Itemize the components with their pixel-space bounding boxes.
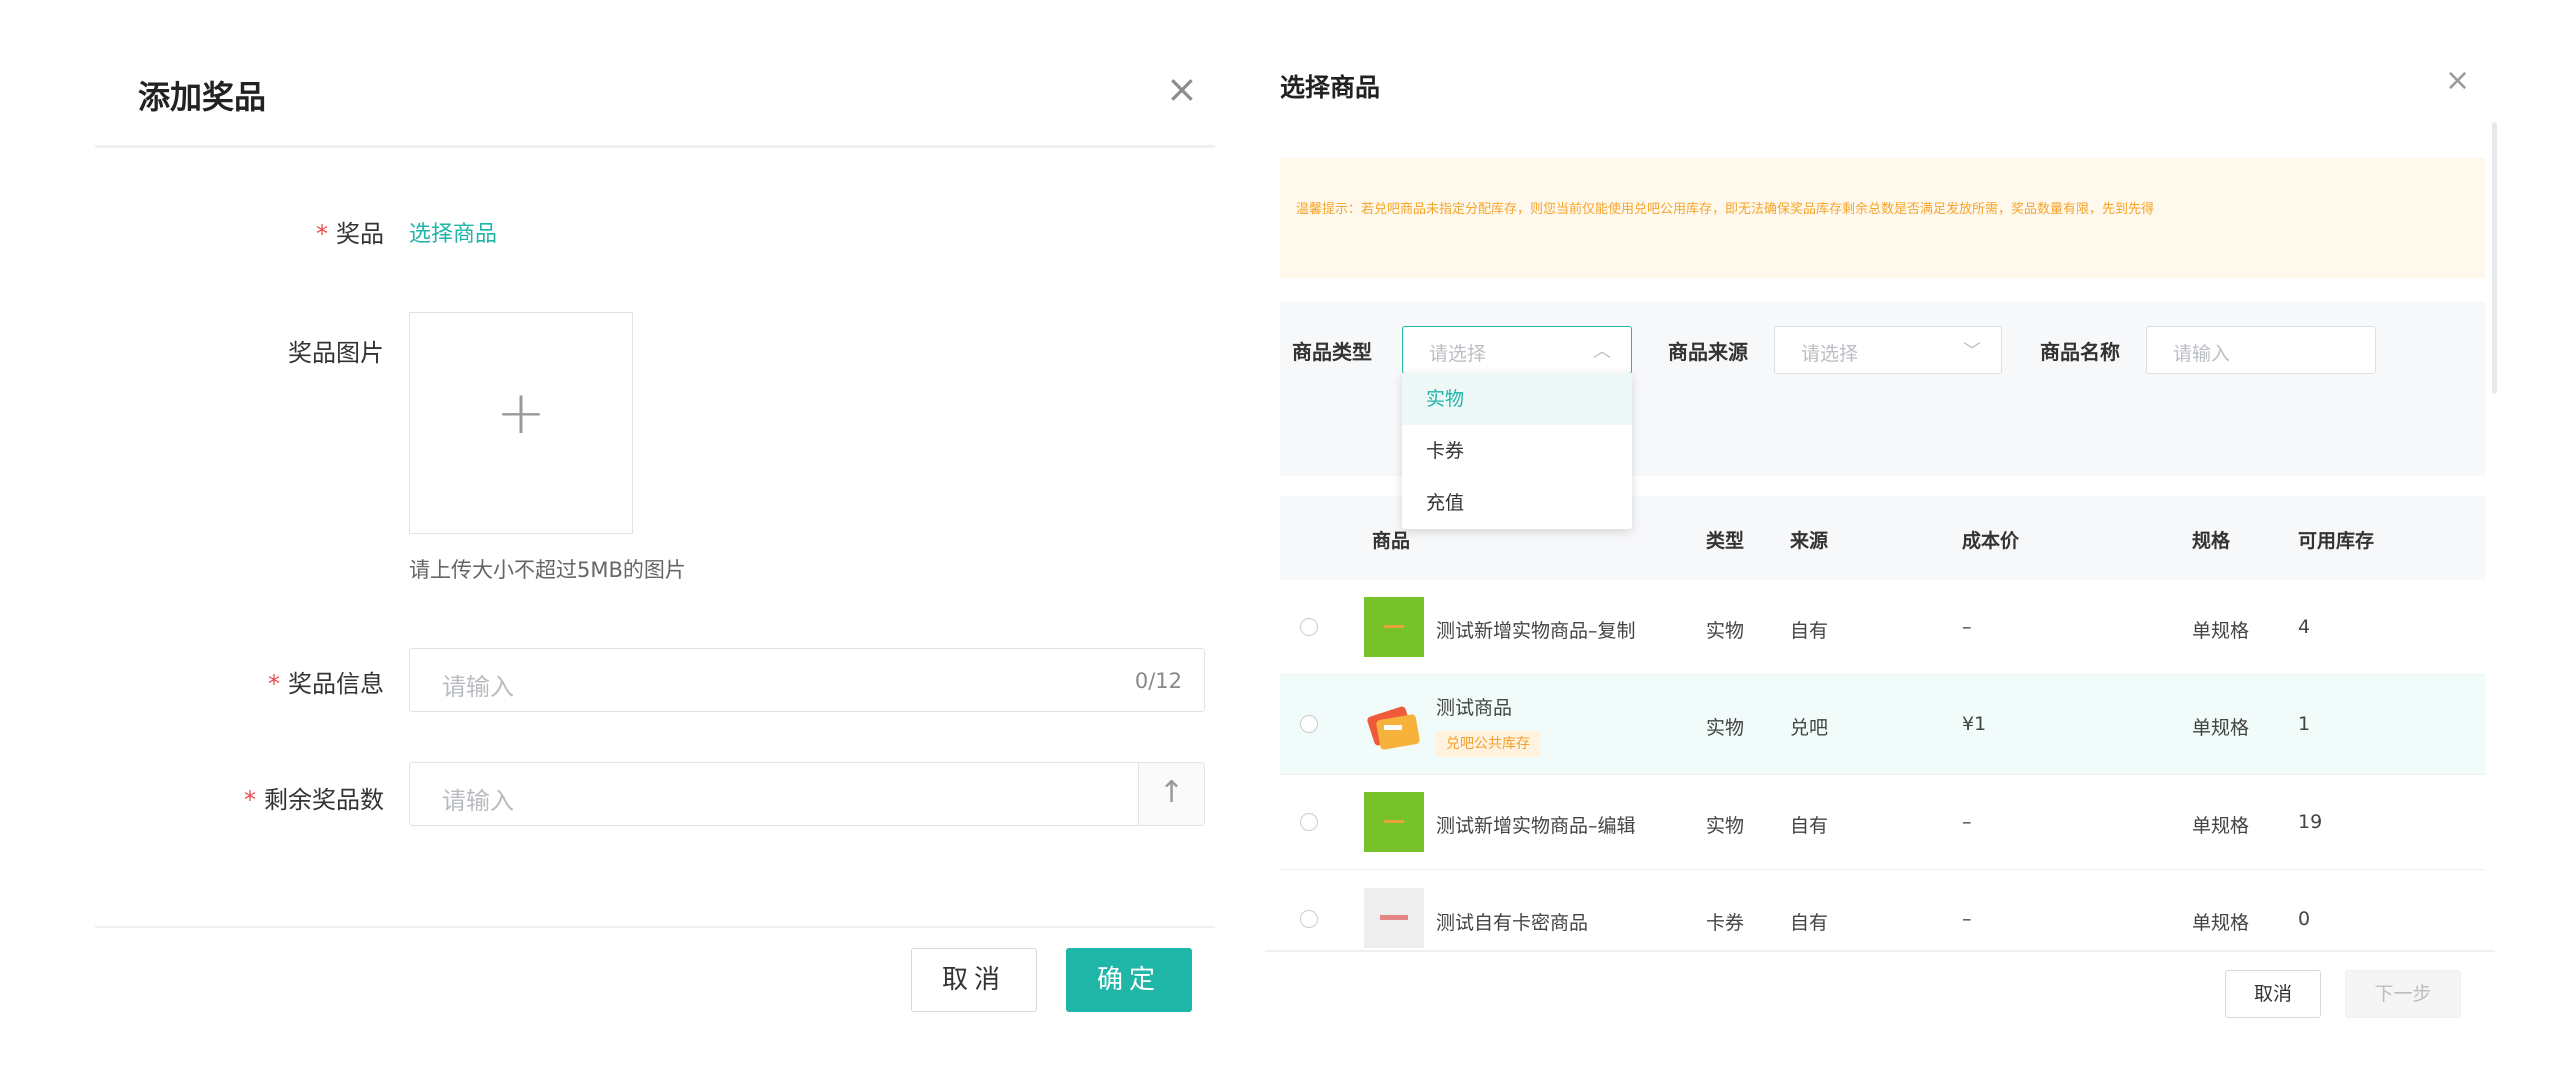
col-type: 类型 [1706, 530, 1745, 552]
prize-image-label: 奖品图片 [288, 339, 384, 367]
goods-name: 测试新增实物商品–复制 [1436, 620, 1636, 642]
goods-spec: 单规格 [2192, 815, 2250, 837]
goods-name-placeholder: 请输入 [2173, 343, 2231, 365]
col-cost: 成本价 [1962, 530, 2020, 552]
required-mark: * [316, 220, 328, 248]
table-row[interactable]: 测试商品 兑吧公共库存 实物 兑吧 ¥1 单规格 1 [1280, 675, 2485, 775]
char-counter: 0/12 [1134, 669, 1182, 693]
row-radio[interactable] [1300, 618, 1318, 636]
scrollbar-thumb[interactable] [2492, 122, 2497, 394]
goods-source-placeholder: 请选择 [1801, 343, 1859, 365]
dialog-title: 添加奖品 [138, 78, 267, 116]
goods-thumbnail [1364, 792, 1424, 852]
col-goods: 商品 [1372, 530, 1411, 552]
table-row[interactable]: 测试新增实物商品–复制 实物 自有 – 单规格 4 [1280, 580, 2485, 675]
col-source: 来源 [1790, 530, 1829, 552]
required-mark: * [268, 670, 280, 698]
goods-cost: – [1962, 908, 1972, 930]
goods-name: 测试商品 [1436, 697, 1513, 719]
goods-type-dropdown: 实物 卡券 充值 [1402, 373, 1632, 529]
goods-source-label: 商品来源 [1668, 340, 1748, 364]
public-stock-badge: 兑吧公共库存 [1436, 731, 1540, 757]
goods-type-select[interactable]: 请选择 ︿ [1402, 326, 1632, 374]
dropdown-option-coupon[interactable]: 卡券 [1402, 425, 1632, 477]
row-radio[interactable] [1300, 910, 1318, 928]
goods-stock: 1 [2298, 713, 2311, 735]
notice-banner: 温馨提示：若兑吧商品未指定分配库存，则您当前仅能使用兑吧公用库存，即无法确保奖品… [1280, 158, 2485, 278]
goods-type: 卡券 [1706, 912, 1745, 934]
stepper-up-icon[interactable]: ↑ [1138, 763, 1204, 825]
goods-type: 实物 [1706, 717, 1745, 739]
remaining-count-input[interactable]: 请输入 ↑ [409, 762, 1205, 826]
goods-stock: 0 [2298, 908, 2311, 930]
prize-info-placeholder: 请输入 [442, 673, 514, 701]
select-goods-link[interactable]: 选择商品 [409, 216, 497, 248]
col-spec: 规格 [2192, 530, 2231, 552]
dropdown-option-recharge[interactable]: 充值 [1402, 477, 1632, 529]
confirm-button[interactable]: 确定 [1066, 948, 1192, 1012]
cancel-button[interactable]: 取消 [911, 948, 1037, 1012]
remaining-label: * 剩余奖品数 [84, 780, 384, 815]
goods-cost: – [1962, 616, 1972, 638]
plus-icon: + [495, 378, 547, 448]
remaining-label-text: 剩余奖品数 [264, 786, 384, 814]
goods-spec: 单规格 [2192, 620, 2250, 642]
close-icon[interactable]: × [1166, 70, 1198, 108]
chevron-down-icon: ﹀ [1963, 341, 1981, 362]
goods-type-placeholder: 请选择 [1429, 343, 1487, 365]
chevron-up-icon: ︿ [1593, 341, 1611, 362]
notice-text: 温馨提示：若兑吧商品未指定分配库存，则您当前仅能使用兑吧公用库存，即无法确保奖品… [1296, 202, 2155, 217]
cancel-button[interactable]: 取消 [2225, 970, 2321, 1018]
goods-name: 测试新增实物商品–编辑 [1436, 815, 1636, 837]
goods-stock: 19 [2298, 811, 2323, 833]
goods-source: 自有 [1790, 815, 1829, 837]
goods-name-label: 商品名称 [2040, 340, 2120, 364]
row-radio[interactable] [1300, 715, 1318, 733]
table-row[interactable]: 测试新增实物商品–编辑 实物 自有 – 单规格 19 [1280, 775, 2485, 870]
goods-thumbnail [1364, 888, 1424, 948]
goods-spec: 单规格 [2192, 717, 2250, 739]
goods-spec: 单规格 [2192, 912, 2250, 934]
goods-thumbnail [1364, 597, 1424, 657]
goods-source: 自有 [1790, 912, 1829, 934]
header-divider [95, 145, 1215, 148]
required-mark: * [244, 786, 256, 814]
goods-type: 实物 [1706, 815, 1745, 837]
footer-divider [95, 926, 1215, 928]
image-upload-button[interactable]: + [409, 312, 633, 534]
goods-source: 自有 [1790, 620, 1829, 642]
prize-label-text: 奖品 [336, 220, 384, 248]
goods-type: 实物 [1706, 620, 1745, 642]
coupon-card-icon [1367, 706, 1420, 750]
next-step-button[interactable]: 下一步 [2345, 970, 2461, 1018]
close-icon[interactable]: × [2445, 66, 2470, 96]
remaining-placeholder: 请输入 [442, 787, 514, 815]
goods-name: 测试自有卡密商品 [1436, 912, 1589, 934]
upload-hint: 请上传大小不超过5MB的图片 [409, 558, 686, 582]
goods-type-label: 商品类型 [1292, 340, 1372, 364]
prize-info-input[interactable]: 请输入 0/12 [409, 648, 1205, 712]
select-goods-dialog: 选择商品 × 温馨提示：若兑吧商品未指定分配库存，则您当前仅能使用兑吧公用库存，… [1250, 0, 2560, 1077]
footer-divider [1265, 950, 2495, 952]
goods-source: 兑吧 [1790, 717, 1829, 739]
goods-cost: – [1962, 811, 1972, 833]
prize-info-label: * 奖品信息 [84, 664, 384, 699]
goods-stock: 4 [2298, 616, 2311, 638]
table-row[interactable]: 测试自有卡密商品 卡券 自有 – 单规格 0 [1280, 870, 2485, 950]
goods-name-input[interactable]: 请输入 [2146, 326, 2376, 374]
dropdown-option-physical[interactable]: 实物 [1402, 373, 1632, 425]
goods-source-select[interactable]: 请选择 ﹀ [1774, 326, 2002, 374]
prize-info-label-text: 奖品信息 [288, 670, 384, 698]
col-stock: 可用库存 [2298, 530, 2375, 552]
prize-label: * 奖品 [84, 214, 384, 249]
add-prize-dialog: 添加奖品 × * 奖品 选择商品 奖品图片 + 请上传大小不超过5MB的图片 * 奖… [0, 0, 1245, 1077]
row-radio[interactable] [1300, 813, 1318, 831]
dialog-title: 选择商品 [1280, 73, 1381, 102]
goods-cost: ¥1 [1962, 713, 1987, 735]
